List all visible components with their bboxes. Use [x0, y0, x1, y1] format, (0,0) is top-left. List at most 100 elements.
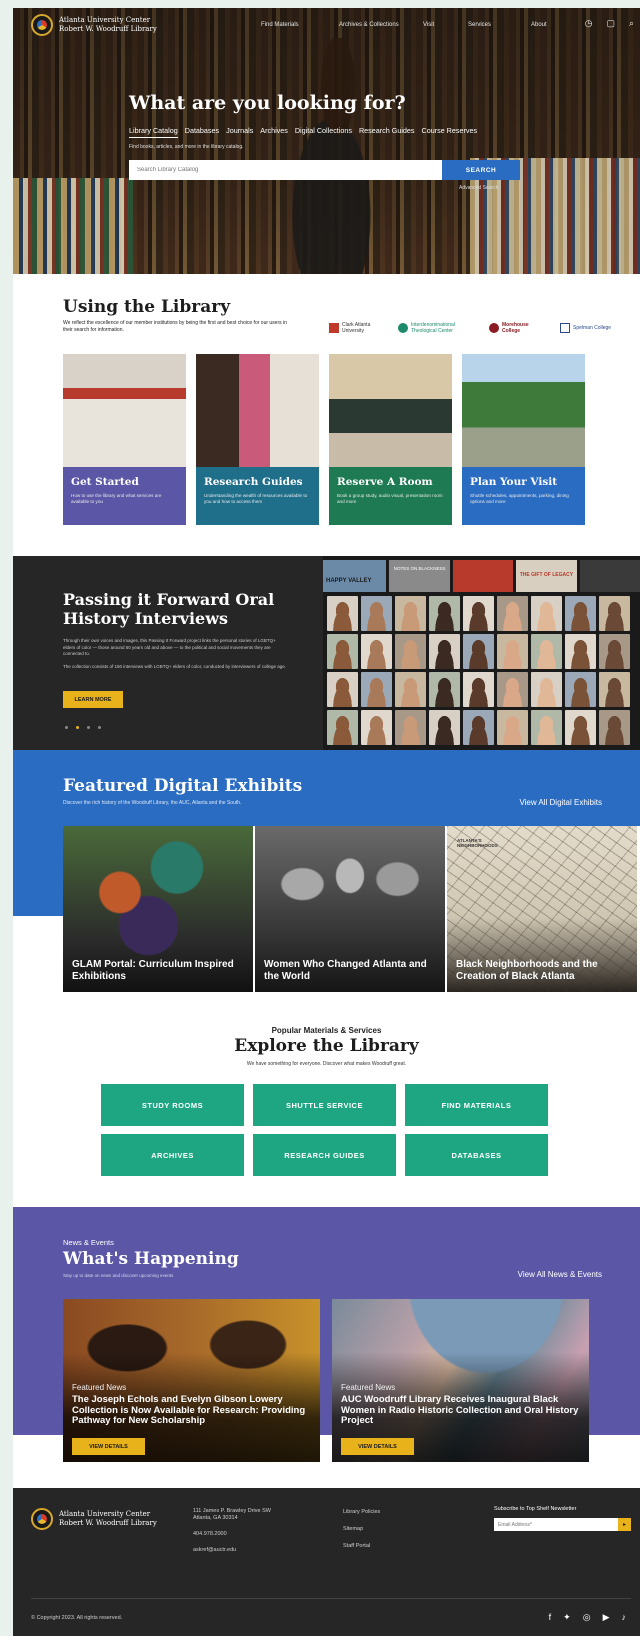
nav-archives-collections[interactable]: Archives & Collections	[339, 22, 423, 28]
interview-face-tile	[599, 634, 630, 669]
exhibit-black-neighborhoods[interactable]: ATLANTA'S NEIGHBORHOODS Black Neighborho…	[447, 826, 637, 992]
tab-databases[interactable]: Databases	[185, 126, 219, 138]
advanced-search-link[interactable]: Advanced Search	[459, 185, 498, 191]
card-plan-visit[interactable]: Plan Your Visit Shuttle schedules, appoi…	[462, 354, 585, 525]
archives-button[interactable]: ARCHIVES	[101, 1134, 244, 1176]
tab-research-guides[interactable]: Research Guides	[359, 126, 415, 138]
footer-logo[interactable]: Atlanta University Center Robert W. Wood…	[31, 1508, 157, 1530]
carousel-dot[interactable]	[65, 726, 68, 729]
card-reserve-room[interactable]: Reserve A Room Book a group study, audio…	[329, 354, 452, 525]
using-library-desc: We reflect the excellence of our member …	[63, 320, 287, 333]
link-sitemap[interactable]: Sitemap	[343, 1526, 380, 1533]
hero-person-image	[273, 38, 403, 274]
carousel-dot-active[interactable]	[76, 726, 79, 729]
nav-services[interactable]: Services	[468, 22, 531, 28]
partner-morehouse[interactable]: Morehouse College	[489, 322, 542, 334]
news-title: AUC Woodruff Library Receives Inaugural …	[341, 1394, 579, 1426]
clock-icon[interactable]: ◷	[585, 18, 593, 29]
nav-about[interactable]: About	[531, 22, 561, 28]
news-card-radio[interactable]: Featured News AUC Woodruff Library Recei…	[332, 1299, 589, 1462]
interview-face-tile	[599, 710, 630, 745]
card-research-guides[interactable]: Research Guides Understanding the wealth…	[196, 354, 319, 525]
card-desc: How to use the library and what services…	[71, 493, 162, 504]
carousel-dot[interactable]	[98, 726, 101, 729]
interview-face-tile	[463, 634, 494, 669]
card-photo-campus	[462, 354, 585, 467]
exhibit-title: GLAM Portal: Curriculum Inspired Exhibit…	[72, 959, 234, 982]
search-hint: Find books, articles, and more in the li…	[129, 144, 244, 150]
morehouse-logo-icon	[489, 323, 499, 333]
search-button[interactable]: SEARCH	[442, 160, 520, 180]
card-get-started[interactable]: Get Started How to use the library and w…	[63, 354, 186, 525]
interview-face-tile	[565, 672, 596, 707]
find-materials-button[interactable]: FIND MATERIALS	[405, 1084, 548, 1126]
news-card-lowery[interactable]: Featured News The Joseph Echols and Evel…	[63, 1299, 320, 1462]
hero-title: What are you looking for?	[129, 92, 406, 114]
social-icons: f ✦ ◎ ▶ ♪	[549, 1612, 626, 1623]
interview-face-tile	[429, 634, 460, 669]
newsletter-email-input[interactable]	[494, 1518, 618, 1531]
interview-face-tile	[361, 672, 392, 707]
chat-icon[interactable]: ▢	[606, 18, 615, 29]
card-photo-librarians	[196, 354, 319, 467]
nav-visit[interactable]: Visit	[423, 22, 468, 28]
partner-itc[interactable]: Interdenominational Theological Center	[398, 322, 471, 334]
tab-library-catalog[interactable]: Library Catalog	[129, 126, 178, 138]
bookshelf-left-image	[13, 178, 133, 274]
research-guides-button[interactable]: RESEARCH GUIDES	[253, 1134, 396, 1176]
carousel-dot[interactable]	[87, 726, 90, 729]
interview-face-tile	[531, 596, 562, 631]
phone[interactable]: 404.978.2000	[193, 1531, 271, 1538]
interview-face-tile	[531, 634, 562, 669]
search-icon[interactable]: ⌕	[629, 18, 634, 29]
interview-face-tile	[463, 710, 494, 745]
learn-more-button[interactable]: LEARN MORE	[63, 691, 123, 708]
address-line1: 111 James P. Brawley Drive SW	[193, 1508, 271, 1514]
card-photo-study-group	[329, 354, 452, 467]
interview-face-tile	[327, 672, 358, 707]
view-all-news-link[interactable]: View All News & Events	[518, 1270, 602, 1279]
card-photo-study-hall	[63, 354, 186, 467]
logo-line1: Atlanta University Center	[59, 16, 151, 24]
twitter-icon[interactable]: ✦	[563, 1612, 571, 1623]
tab-digital-collections[interactable]: Digital Collections	[295, 126, 352, 138]
card-title: Reserve A Room	[337, 476, 433, 488]
tab-archives[interactable]: Archives	[260, 126, 288, 138]
link-staff-portal[interactable]: Staff Portal	[343, 1543, 380, 1550]
oral-history-desc: Through their own voices and images, thi…	[63, 638, 276, 656]
exhibit-women-atlanta[interactable]: Women Who Changed Atlanta and the World	[255, 826, 445, 992]
databases-button[interactable]: DATABASES	[405, 1134, 548, 1176]
youtube-icon[interactable]: ▶	[603, 1612, 610, 1623]
study-rooms-button[interactable]: STUDY ROOMS	[101, 1084, 244, 1126]
tab-course-reserves[interactable]: Course Reserves	[422, 126, 478, 138]
newsletter-submit-button[interactable]: ▸	[618, 1518, 631, 1531]
link-library-policies[interactable]: Library Policies	[343, 1509, 380, 1516]
interview-face-tile	[565, 710, 596, 745]
facebook-icon[interactable]: f	[549, 1612, 552, 1623]
interview-face-tile	[599, 596, 630, 631]
nav-find-materials[interactable]: Find Materials	[261, 22, 339, 28]
site-logo[interactable]: Atlanta University Center Robert W. Wood…	[31, 14, 157, 36]
exhibit-glam-portal[interactable]: GLAM Portal: Curriculum Inspired Exhibit…	[63, 826, 253, 992]
explore-kicker: Popular Materials & Services	[271, 1026, 382, 1035]
interview-face-tile	[599, 672, 630, 707]
email-link[interactable]: askref@auctr.edu	[193, 1547, 271, 1554]
partner-logos: Clark Atlanta University Interdenominati…	[329, 322, 611, 334]
interview-face-tile	[497, 710, 528, 745]
partner-cau[interactable]: Clark Atlanta University	[329, 322, 380, 334]
site-footer: Atlanta University Center Robert W. Wood…	[13, 1488, 640, 1636]
view-all-exhibits-link[interactable]: View All Digital Exhibits	[519, 798, 602, 807]
instagram-icon[interactable]: ◎	[583, 1612, 591, 1623]
tab-journals[interactable]: Journals	[226, 126, 253, 138]
view-details-button[interactable]: VIEW DETAILS	[72, 1438, 145, 1455]
footer-divider	[31, 1598, 631, 1599]
logo-line2: Robert W. Woodruff Library	[59, 25, 157, 33]
explore-title: Explore the Library	[234, 1036, 419, 1056]
partner-spelman[interactable]: Spelman College	[560, 323, 611, 333]
news-title: The Joseph Echols and Evelyn Gibson Lowe…	[72, 1394, 306, 1426]
view-details-button[interactable]: VIEW DETAILS	[341, 1438, 414, 1455]
bell-icon[interactable]: ♪	[622, 1612, 627, 1623]
catalog-search-input[interactable]	[129, 160, 442, 180]
shuttle-service-button[interactable]: SHUTTLE SERVICE	[253, 1084, 396, 1126]
using-library-title: Using the Library	[63, 297, 231, 317]
